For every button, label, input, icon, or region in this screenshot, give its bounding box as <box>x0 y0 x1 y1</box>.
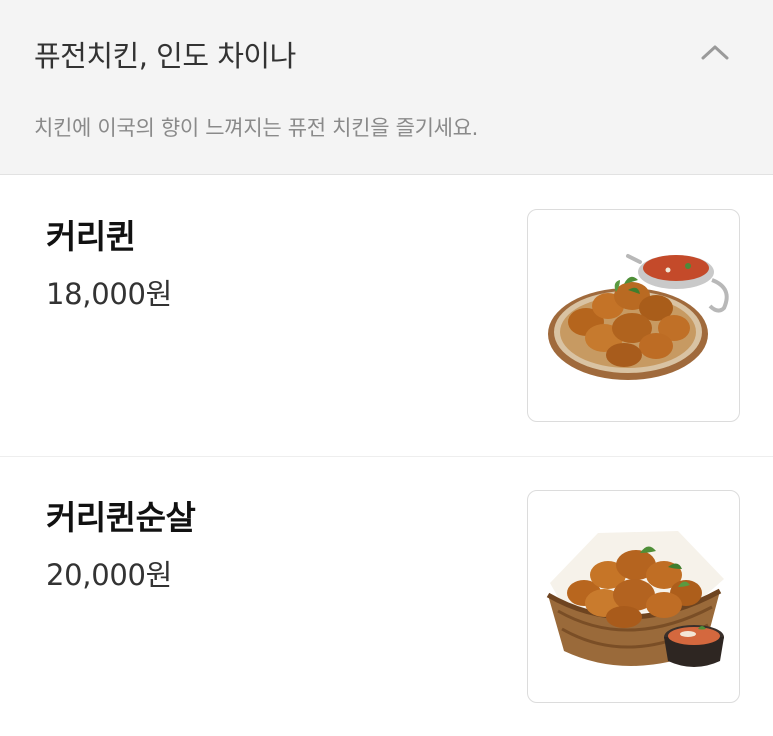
chevron-up-icon <box>701 45 729 60</box>
menu-item-price: 18,000원 <box>46 277 173 311</box>
menu-item-name: 커리퀸순살 <box>46 498 196 537</box>
menu-item-image[interactable] <box>527 209 740 422</box>
curry-chicken-plate-image <box>548 254 729 380</box>
category-title: 퓨전치킨, 인도 차이나 <box>34 39 296 73</box>
boneless-curry-chicken-basket-image <box>546 531 724 667</box>
category-header[interactable]: 퓨전치킨, 인도 차이나 치킨에 이국의 향이 느껴지는 퓨전 치킨을 즐기세요… <box>0 0 773 175</box>
menu-item-price: 20,000원 <box>46 558 173 592</box>
menu-item[interactable]: 커리퀸 18,000원 <box>0 176 773 456</box>
category-description: 치킨에 이국의 향이 느껴지는 퓨전 치킨을 즐기세요. <box>34 116 479 140</box>
menu-item-image[interactable] <box>527 490 740 703</box>
menu-item-name: 커리퀸 <box>46 217 136 256</box>
collapse-toggle-button[interactable] <box>690 30 740 74</box>
menu-item[interactable]: 커리퀸순살 20,000원 <box>0 456 773 736</box>
